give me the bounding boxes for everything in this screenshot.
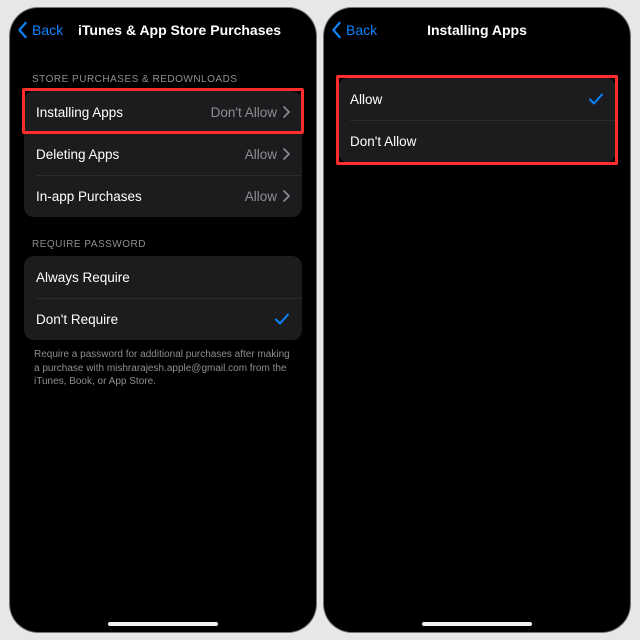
stage: Back iTunes & App Store Purchases STORE … bbox=[0, 0, 640, 640]
row-value: Don't Allow bbox=[211, 105, 290, 120]
chevron-right-icon bbox=[283, 148, 290, 160]
chevron-right-icon bbox=[283, 106, 290, 118]
content: STORE PURCHASES & REDOWNLOADS Installing… bbox=[10, 52, 316, 389]
back-button[interactable]: Back bbox=[10, 21, 63, 39]
row-label: Don't Allow bbox=[350, 134, 416, 149]
row-label: Don't Require bbox=[36, 312, 118, 327]
back-button[interactable]: Back bbox=[324, 21, 377, 39]
checkmark-icon bbox=[588, 91, 604, 107]
phone-left: Back iTunes & App Store Purchases STORE … bbox=[10, 8, 316, 632]
row-dont-allow[interactable]: Don't Allow bbox=[338, 120, 616, 162]
row-always-require[interactable]: Always Require bbox=[24, 256, 302, 298]
row-inapp-purchases[interactable]: In-app Purchases Allow bbox=[24, 175, 302, 217]
home-indicator[interactable] bbox=[108, 622, 218, 626]
chevron-right-icon bbox=[283, 190, 290, 202]
navbar: Back Installing Apps bbox=[324, 8, 630, 52]
row-deleting-apps[interactable]: Deleting Apps Allow bbox=[24, 133, 302, 175]
row-label: Allow bbox=[350, 92, 382, 107]
content: Allow Don't Allow bbox=[324, 52, 630, 162]
row-value-text: Allow bbox=[245, 189, 277, 204]
row-value-text: Allow bbox=[245, 147, 277, 162]
row-label: Installing Apps bbox=[36, 105, 123, 120]
group-store: Installing Apps Don't Allow Deleting App… bbox=[24, 91, 302, 217]
row-installing-apps[interactable]: Installing Apps Don't Allow bbox=[24, 91, 302, 133]
row-dont-require[interactable]: Don't Require bbox=[24, 298, 302, 340]
checkmark-icon bbox=[274, 311, 290, 327]
row-value-text: Don't Allow bbox=[211, 105, 277, 120]
row-value: Allow bbox=[245, 147, 290, 162]
row-value: Allow bbox=[245, 189, 290, 204]
back-label: Back bbox=[32, 22, 63, 38]
row-label: Always Require bbox=[36, 270, 130, 285]
group-options: Allow Don't Allow bbox=[338, 78, 616, 162]
group-password: Always Require Don't Require bbox=[24, 256, 302, 340]
section-header-store: STORE PURCHASES & REDOWNLOADS bbox=[24, 52, 302, 91]
row-label: In-app Purchases bbox=[36, 189, 142, 204]
chevron-left-icon bbox=[330, 21, 344, 39]
home-indicator[interactable] bbox=[422, 622, 532, 626]
row-allow[interactable]: Allow bbox=[338, 78, 616, 120]
section-header-password: REQUIRE PASSWORD bbox=[24, 217, 302, 256]
chevron-left-icon bbox=[16, 21, 30, 39]
phone-right: Back Installing Apps Allow Don't Allow bbox=[324, 8, 630, 632]
row-label: Deleting Apps bbox=[36, 147, 119, 162]
footer-note: Require a password for additional purcha… bbox=[24, 340, 302, 389]
navbar: Back iTunes & App Store Purchases bbox=[10, 8, 316, 52]
back-label: Back bbox=[346, 22, 377, 38]
